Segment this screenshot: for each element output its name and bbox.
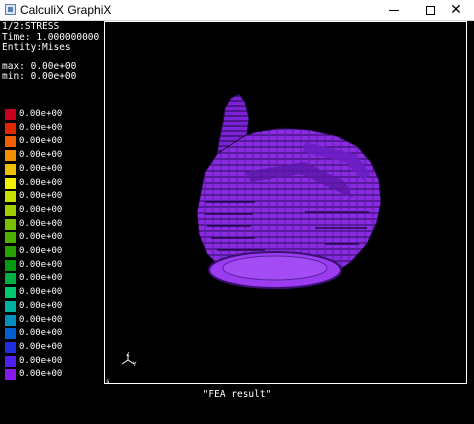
legend-item: 0.00e+00 — [5, 163, 85, 176]
legend-item: 0.00e+00 — [5, 245, 85, 258]
legend-label: 0.00e+00 — [19, 218, 63, 229]
close-icon: ✕ — [450, 2, 462, 18]
legend-swatch — [5, 314, 16, 326]
legend-swatch — [5, 300, 16, 312]
legend-item: 0.00e+00 — [5, 122, 85, 135]
legend-swatch — [5, 232, 16, 244]
legend-label: 0.00e+00 — [19, 136, 63, 147]
legend-item: 0.00e+00 — [5, 218, 85, 231]
axis-triad: Z Y — [121, 352, 137, 368]
legend-label: 0.00e+00 — [19, 355, 63, 366]
legend-label: 0.00e+00 — [19, 246, 63, 256]
title-bar[interactable]: CalculiX GraphiX ✕ — [0, 0, 474, 21]
legend-item: 0.00e+00 — [5, 135, 85, 148]
legend-label: 0.00e+00 — [19, 191, 63, 202]
viewport-corner-text: s — [106, 378, 110, 385]
window-title: CalculiX GraphiX — [20, 3, 112, 17]
legend-item: 0.00e+00 — [5, 231, 85, 244]
legend-swatch — [5, 136, 16, 148]
legend-label: 0.00e+00 — [19, 177, 63, 188]
fea-model — [196, 93, 382, 289]
entity-label: Entity:Mises — [2, 42, 71, 53]
legend-swatch — [5, 246, 16, 257]
plot-caption: "FEA result" — [202, 389, 272, 400]
legend-label: 0.00e+00 — [19, 122, 63, 133]
dataset-label: 1/2:STRESS — [2, 21, 60, 32]
legend-label: 0.00e+00 — [19, 273, 63, 284]
legend-swatch — [5, 287, 16, 299]
legend-swatch — [5, 191, 16, 203]
legend-label: 0.00e+00 — [19, 163, 63, 174]
legend-swatch — [5, 163, 16, 175]
legend-swatch — [5, 369, 16, 381]
legend-item: 0.00e+00 — [5, 327, 85, 340]
calculix-window: CalculiX GraphiX ✕ 1/2:STRESS Time: 1.00… — [0, 0, 474, 424]
legend-swatch — [5, 218, 16, 230]
legend-item: 0.00e+00 — [5, 314, 85, 327]
axis-y-label: Y — [133, 361, 137, 368]
legend-swatch — [5, 355, 16, 367]
axis-z-label: Z — [126, 352, 130, 358]
legend-item: 0.00e+00 — [5, 272, 85, 285]
legend-label: 0.00e+00 — [19, 259, 63, 270]
legend-item: 0.00e+00 — [5, 149, 85, 162]
minimize-icon — [389, 9, 399, 11]
legend-swatch — [5, 109, 16, 120]
legend-swatch — [5, 122, 16, 134]
legend-item: 0.00e+00 — [5, 300, 85, 313]
legend-label: 0.00e+00 — [19, 328, 63, 339]
graphics-viewport[interactable] — [104, 21, 467, 384]
legend-swatch — [5, 259, 16, 271]
legend-swatch — [5, 328, 16, 340]
legend-swatch — [5, 204, 16, 216]
close-button[interactable]: ✕ — [438, 0, 474, 20]
legend-label: 0.00e+00 — [19, 341, 63, 352]
legend-label: 0.00e+00 — [19, 150, 63, 161]
legend-item: 0.00e+00 — [5, 204, 85, 217]
maximize-icon — [425, 5, 435, 15]
legend-label: 0.00e+00 — [19, 287, 63, 298]
legend-item: 0.00e+00 — [5, 341, 85, 354]
legend-label: 0.00e+00 — [19, 232, 63, 243]
legend-item: 0.00e+00 — [5, 190, 85, 203]
legend-label: 0.00e+00 — [19, 300, 63, 311]
legend-label: 0.00e+00 — [19, 369, 63, 380]
app-icon — [5, 4, 16, 15]
min-label: min: 0.00e+00 — [2, 71, 77, 82]
legend-swatch — [5, 341, 16, 353]
legend-item: 0.00e+00 — [5, 286, 85, 299]
legend-item: 0.00e+00 — [5, 368, 85, 381]
legend-item: 0.00e+00 — [5, 355, 85, 368]
legend-swatch — [5, 273, 16, 285]
legend-swatch — [5, 177, 16, 189]
legend-item: 0.00e+00 — [5, 259, 85, 272]
legend-swatch — [5, 150, 16, 162]
legend-item: 0.00e+00 — [5, 177, 85, 190]
legend-item: 0.00e+00 — [5, 108, 85, 121]
minimize-button[interactable] — [376, 0, 412, 20]
legend-label: 0.00e+00 — [19, 204, 63, 215]
legend-label: 0.00e+00 — [19, 109, 63, 119]
legend-label: 0.00e+00 — [19, 314, 63, 325]
